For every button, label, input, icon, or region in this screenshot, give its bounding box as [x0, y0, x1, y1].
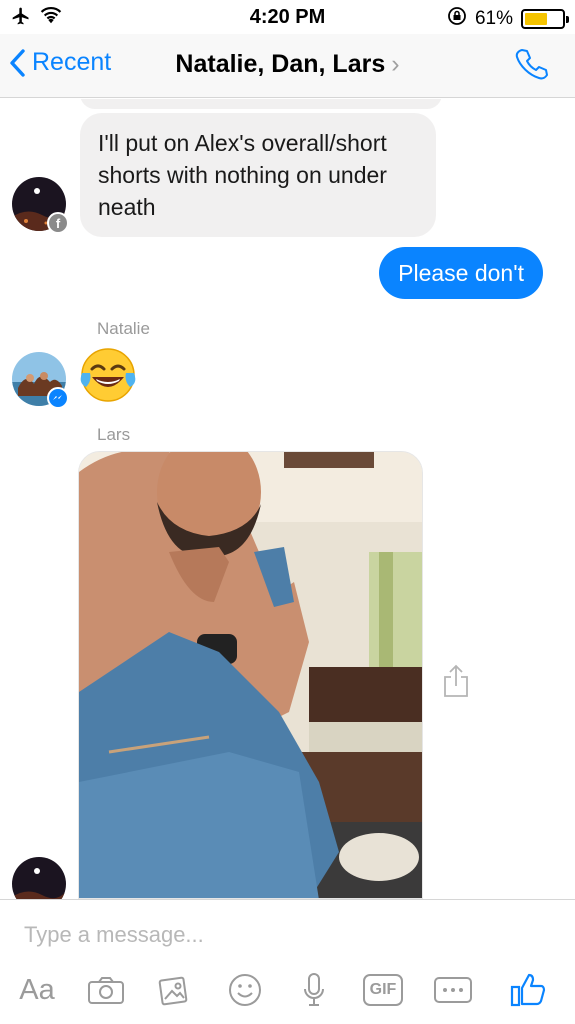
text-format-button[interactable]: Aa — [16, 970, 58, 1010]
phone-icon — [515, 49, 548, 80]
microphone-icon — [304, 973, 324, 1006]
message-thread[interactable]: I'll put on Alex's overall/short shorts … — [0, 99, 575, 899]
incoming-message-bubble: I'll put on Alex's overall/short shorts … — [80, 113, 436, 237]
sender-name-natalie: Natalie — [97, 319, 150, 338]
emoji-icon — [229, 974, 261, 1006]
gallery-button[interactable] — [157, 970, 193, 1010]
conversation-title-text: Natalie, Dan, Lars — [175, 50, 386, 78]
battery-percent: 61% — [474, 8, 513, 29]
camera-button[interactable] — [86, 970, 126, 1010]
microphone-button[interactable] — [300, 970, 328, 1010]
like-button[interactable] — [508, 970, 548, 1010]
composer: Aa GIF — [0, 899, 575, 1024]
emoji-button[interactable] — [226, 970, 264, 1010]
more-button[interactable] — [433, 970, 473, 1010]
gallery-icon — [158, 976, 188, 1006]
avatar-natalie[interactable] — [12, 352, 69, 409]
camera-icon — [88, 977, 124, 1004]
status-bar: 4:20 PM 61% — [0, 0, 575, 34]
facebook-badge-icon: f — [47, 212, 69, 234]
nav-bar: Recent Natalie, Dan, Lars › — [0, 34, 575, 98]
avatar-lars[interactable] — [12, 857, 66, 899]
outgoing-message-bubble: Please don't — [379, 247, 543, 299]
share-icon — [444, 664, 468, 697]
composer-toolbar: Aa GIF — [0, 970, 575, 1014]
avatar-lars-photo — [12, 857, 66, 899]
sender-name-lars: Lars — [97, 425, 131, 444]
messenger-badge-icon — [47, 387, 69, 409]
avatar-dan[interactable]: f — [12, 177, 69, 234]
gif-button[interactable]: GIF — [363, 974, 403, 1006]
more-icon — [434, 977, 472, 1003]
thumbs-up-icon — [510, 973, 546, 1007]
share-button[interactable] — [442, 664, 470, 703]
battery-fill — [525, 13, 547, 25]
photo-attachment[interactable] — [78, 451, 423, 899]
chevron-right-icon: › — [391, 50, 400, 78]
call-button[interactable] — [513, 46, 549, 87]
battery-icon — [521, 9, 569, 29]
conversation-title[interactable]: Natalie, Dan, Lars › — [0, 50, 575, 79]
gif-icon: GIF — [369, 981, 397, 998]
previous-message-bubble — [80, 99, 442, 109]
rotation-lock-icon — [447, 6, 467, 32]
message-input[interactable] — [24, 920, 544, 950]
text-format-icon: Aa — [19, 973, 55, 1006]
status-right: 61% — [447, 6, 569, 32]
face-with-tears-of-joy-emoji — [80, 347, 136, 403]
